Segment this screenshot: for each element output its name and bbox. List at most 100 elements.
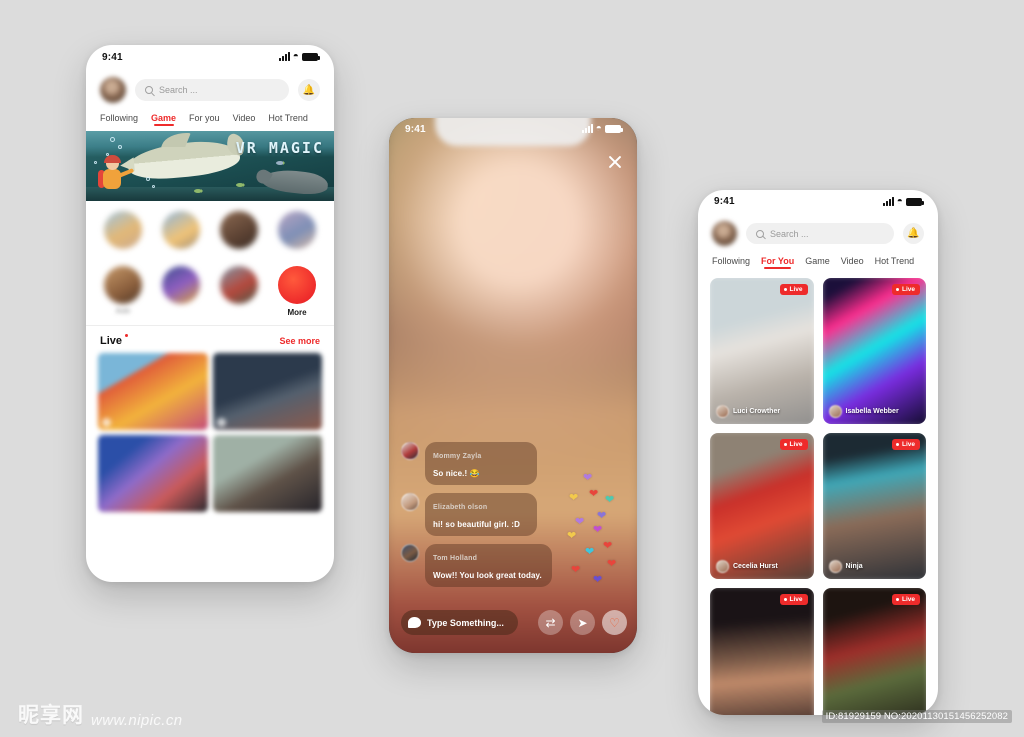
- share-icon[interactable]: ➤: [570, 610, 595, 635]
- bell-icon[interactable]: 🔔: [903, 223, 924, 244]
- card-author: Ninja: [828, 560, 863, 573]
- card-author-name: Ninja: [845, 563, 863, 570]
- category-label: [238, 308, 240, 315]
- phone-mockup-center-livestream: 9:41 ◓ ❤ ❤ ❤ ❤ ❤ ❤ ❤ ❤ ❤ ❤ ❤ ❤ ❤ Mommy Z…: [389, 118, 637, 653]
- live-thumbnail[interactable]: [212, 435, 322, 512]
- category-grid: Auto More: [86, 201, 334, 325]
- app-header: Search ... 🔔: [698, 213, 938, 250]
- avatar: [216, 418, 226, 427]
- screenshot-canvas: 9:41 ◓ Search ... 🔔 Following Game For y…: [0, 0, 1024, 737]
- live-thumb-caption: [216, 418, 229, 427]
- status-badge: Live: [892, 594, 920, 605]
- live-thumbnail[interactable]: [212, 353, 322, 430]
- category-thumb: [162, 211, 200, 249]
- status-badge: Live: [779, 284, 808, 295]
- more-icon: [278, 266, 316, 304]
- category-item[interactable]: [154, 211, 208, 260]
- live-feed-card[interactable]: Live Ninja: [822, 433, 926, 579]
- tab-hot-trend[interactable]: Hot Trend: [875, 256, 915, 266]
- live-dot-icon: [783, 598, 787, 601]
- fish-icon: [276, 161, 285, 165]
- tab-following[interactable]: Following: [100, 113, 138, 123]
- avatar[interactable]: [100, 77, 126, 103]
- tab-following[interactable]: Following: [712, 256, 750, 266]
- card-thumbnail: [710, 588, 814, 715]
- watermark-logo: 昵享网: [18, 703, 84, 727]
- comment-bubble-icon: [408, 617, 421, 628]
- category-more-button[interactable]: More: [270, 266, 324, 317]
- search-icon: [145, 86, 153, 94]
- card-author: Cecelia Hurst: [716, 560, 778, 573]
- fish-icon: [236, 183, 245, 187]
- promo-banner[interactable]: VR MAGIC: [86, 131, 334, 201]
- category-thumb: [278, 211, 316, 249]
- avatar: [716, 560, 729, 573]
- category-item[interactable]: [212, 266, 266, 317]
- status-icons: ◓: [581, 123, 623, 134]
- category-item[interactable]: [154, 266, 208, 317]
- badge-label: Live: [789, 596, 803, 603]
- live-feed-card[interactable]: Live: [822, 588, 926, 715]
- watermark-id: ID:81929159 NO:20201130151456252082: [821, 710, 1012, 723]
- search-placeholder: Search ...: [770, 228, 809, 239]
- card-author-name: Cecelia Hurst: [733, 563, 778, 570]
- badge-label: Live: [789, 441, 803, 448]
- live-action-buttons: ⇄ ➤ ♡: [538, 610, 627, 635]
- live-feed-card[interactable]: Live Cecelia Hurst: [710, 433, 814, 579]
- tab-game[interactable]: Game: [151, 113, 176, 126]
- chat-message: Mommy Zayla So nice.! 😂: [401, 442, 561, 485]
- tab-for-you[interactable]: For you: [189, 113, 220, 123]
- live-thumbnail[interactable]: [98, 353, 208, 430]
- wifi-icon: ◓: [595, 123, 602, 134]
- status-badge: Live: [892, 284, 920, 295]
- category-item[interactable]: [212, 211, 266, 260]
- tab-video[interactable]: Video: [233, 113, 256, 123]
- app-header: Search ... 🔔: [86, 69, 334, 107]
- avatar[interactable]: [712, 221, 737, 246]
- chat-message: Elizabeth olson hi! so beautiful girl. :…: [401, 493, 561, 536]
- avatar: [828, 560, 842, 573]
- status-badge: Live: [892, 439, 920, 450]
- category-thumb: [220, 211, 258, 249]
- close-icon[interactable]: [607, 154, 623, 170]
- card-author-name: Isabella Webber: [845, 408, 899, 415]
- chat-bubble: Elizabeth olson hi! so beautiful girl. :…: [425, 493, 537, 536]
- live-section-header: Live See more: [86, 326, 334, 353]
- tab-hot-trend[interactable]: Hot Trend: [268, 113, 308, 123]
- category-label: [296, 253, 298, 260]
- card-author-name: Luci Crowther: [733, 408, 781, 415]
- see-more-link[interactable]: See more: [279, 336, 320, 346]
- live-thumb-caption: [102, 418, 114, 427]
- category-item[interactable]: [96, 211, 150, 260]
- live-thumbnail[interactable]: [98, 435, 208, 512]
- category-item[interactable]: Auto: [96, 266, 150, 317]
- live-dot-icon: [896, 443, 900, 446]
- chat-input-placeholder: Type Something...: [427, 617, 504, 628]
- chat-input[interactable]: Type Something...: [401, 610, 518, 635]
- card-thumbnail: [710, 433, 814, 579]
- signal-bars-icon: [278, 52, 290, 61]
- phone-mockup-left: 9:41 ◓ Search ... 🔔 Following Game For y…: [86, 45, 334, 582]
- heart-icon[interactable]: ♡: [602, 610, 627, 635]
- swap-icon[interactable]: ⇄: [538, 610, 563, 635]
- bell-icon[interactable]: 🔔: [298, 79, 320, 101]
- live-feed-card[interactable]: Live Luci Crowther: [710, 278, 814, 424]
- tab-video[interactable]: Video: [841, 256, 864, 266]
- chat-message: Tom Holland Wow!! You look great today.: [401, 544, 561, 587]
- live-thumbnail-grid: [86, 353, 334, 526]
- badge-label: Live: [901, 596, 915, 603]
- category-label: More: [287, 308, 307, 317]
- tab-for-you[interactable]: For You: [761, 256, 794, 269]
- avatar: [828, 405, 842, 418]
- chat-username: Elizabeth olson: [433, 504, 488, 511]
- tab-bar: Following Game For you Video Hot Trend: [86, 107, 334, 131]
- floating-hearts-animation: ❤ ❤ ❤ ❤ ❤ ❤ ❤ ❤ ❤ ❤ ❤ ❤ ❤: [567, 472, 617, 586]
- search-input[interactable]: Search ...: [135, 79, 289, 101]
- live-feed-card[interactable]: Live Isabella Webber: [822, 278, 926, 424]
- live-feed-card[interactable]: Live: [710, 588, 814, 715]
- search-input[interactable]: Search ...: [746, 223, 894, 244]
- status-bar: 9:41 ◓: [698, 190, 938, 213]
- tab-game[interactable]: Game: [805, 256, 830, 266]
- chat-text: So nice.! 😂: [433, 469, 480, 478]
- category-item[interactable]: [270, 211, 324, 260]
